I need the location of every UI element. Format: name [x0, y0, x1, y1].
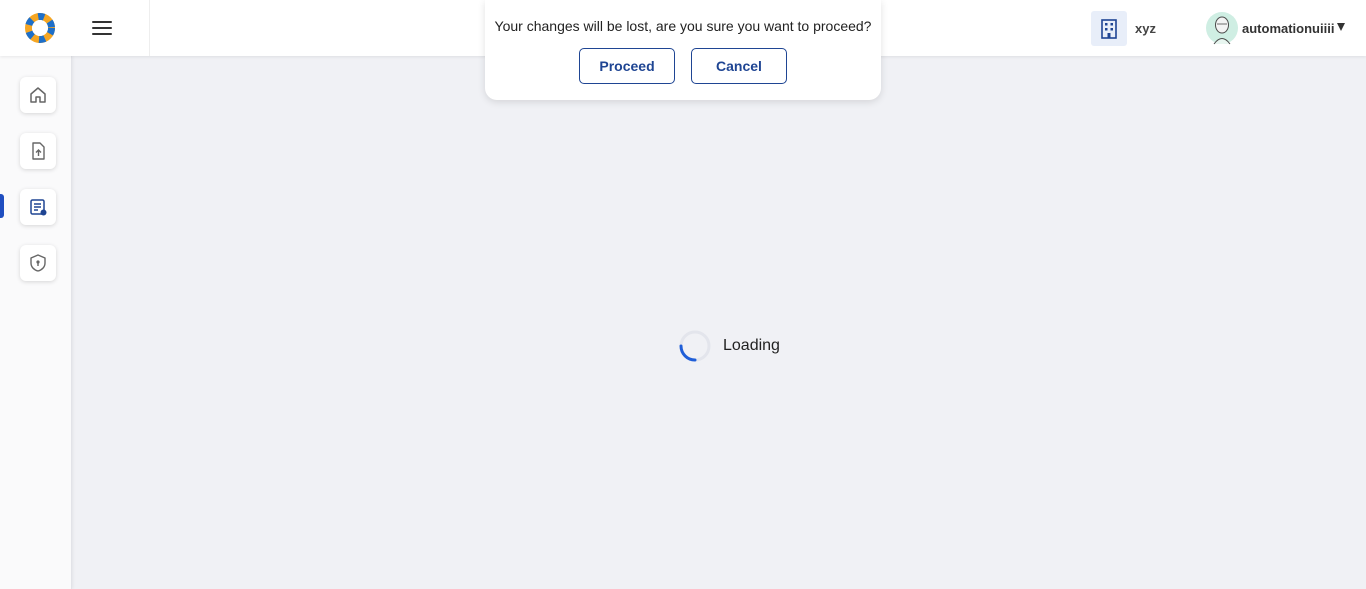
confirm-dialog: Your changes will be lost, are you sure … — [485, 0, 881, 100]
sidebar-item-documents[interactable] — [20, 189, 56, 225]
app-logo[interactable] — [24, 12, 56, 44]
cancel-button[interactable]: Cancel — [691, 48, 787, 84]
organization-icon[interactable] — [1091, 11, 1127, 46]
sidebar-item-upload[interactable] — [20, 133, 56, 169]
menu-icon[interactable] — [90, 17, 114, 39]
sidebar-item-home[interactable] — [20, 77, 56, 113]
file-upload-icon — [32, 142, 45, 160]
loading-indicator: Loading — [679, 330, 780, 362]
dialog-message: Your changes will be lost, are you sure … — [494, 18, 872, 34]
user-name[interactable]: automationuiiii — [1242, 21, 1334, 36]
sidebar — [0, 56, 72, 589]
home-icon — [30, 87, 46, 103]
loading-text: Loading — [723, 337, 780, 354]
shield-icon — [30, 254, 46, 272]
brand-area — [0, 0, 150, 56]
organization-name[interactable]: xyz — [1135, 21, 1156, 36]
proceed-button[interactable]: Proceed — [579, 48, 675, 84]
sidebar-item-security[interactable] — [20, 245, 56, 281]
active-nav-indicator — [0, 194, 4, 218]
document-list-icon — [30, 199, 47, 216]
user-avatar[interactable] — [1206, 11, 1238, 45]
spinner-icon — [679, 330, 711, 362]
user-menu-caret-icon[interactable] — [1337, 23, 1345, 31]
